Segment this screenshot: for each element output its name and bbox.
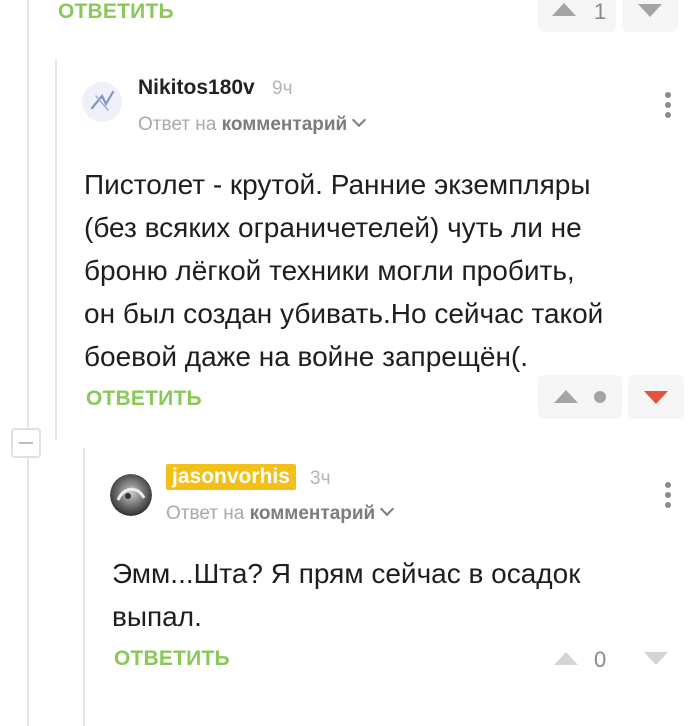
upvote-icon: [554, 652, 578, 665]
timestamp: 9ч: [272, 78, 293, 99]
downvote-icon: [644, 391, 668, 404]
upvote-icon: [552, 3, 576, 16]
username[interactable]: Nikitos180v: [138, 76, 255, 100]
downvote-button[interactable]: [628, 636, 684, 680]
timestamp: 3ч: [310, 468, 331, 489]
downvote-icon: [644, 652, 668, 665]
chevron-down-icon: [380, 501, 395, 517]
comment-text-line: боевой даже на войне запрещён(.: [84, 341, 529, 372]
score: 0: [594, 647, 607, 672]
comment-text-line: (без всяких ограничетелей) чуть ли не: [84, 212, 582, 243]
thread-line-inner: [55, 60, 57, 440]
reply-to-prefix: Ответ на: [138, 114, 217, 135]
chevron-down-icon: [352, 112, 367, 128]
upvote-button-top[interactable]: 1: [538, 0, 616, 32]
comment-text: Пистолет - крутой. Ранние экземпляры (бе…: [84, 163, 603, 378]
vote-group: 0: [538, 636, 684, 680]
username[interactable]: jasonvorhis: [166, 464, 296, 490]
reply-to-link[interactable]: Ответ на комментарий: [138, 112, 367, 136]
avatar[interactable]: [82, 82, 122, 122]
comment-text: Эмм...Шта? Я прям сейчас в осадок выпал.: [112, 552, 580, 638]
vote-group: [538, 375, 684, 419]
reply-button[interactable]: ОТВЕТИТЬ: [114, 647, 230, 671]
comment-text-line: выпал.: [112, 601, 202, 632]
thread-line-outer-lower: [27, 458, 29, 726]
reply-to-prefix: Ответ на: [166, 503, 245, 524]
reply-to-link[interactable]: Ответ на комментарий: [166, 501, 395, 525]
vote-group-top: 1: [538, 0, 678, 32]
reply-to-target: комментарий: [249, 503, 376, 524]
upvote-button[interactable]: [538, 375, 622, 419]
thread-line-reply: [83, 448, 85, 726]
comment-text-line: броню лёгкой техники могли пробить,: [84, 255, 575, 286]
upvote-button[interactable]: 0: [538, 636, 622, 680]
reply-button-top[interactable]: ОТВЕТИТЬ: [58, 0, 174, 24]
collapse-icon[interactable]: [11, 428, 41, 458]
comment-text-line: Эмм...Шта? Я прям сейчас в осадок: [112, 558, 581, 589]
upvote-icon: [554, 390, 578, 403]
thread-line-outer: [27, 0, 29, 428]
more-icon[interactable]: [665, 92, 671, 122]
reply-to-target: комментарий: [221, 114, 348, 135]
avatar[interactable]: [110, 474, 152, 516]
downvote-button[interactable]: [628, 375, 684, 419]
more-icon[interactable]: [665, 482, 671, 512]
score-top: 1: [594, 0, 607, 24]
username-badge: jasonvorhis: [166, 464, 296, 490]
downvote-button-top[interactable]: [622, 0, 678, 32]
reply-button[interactable]: ОТВЕТИТЬ: [86, 387, 202, 411]
downvote-icon: [638, 4, 662, 17]
comment-text-line: он был создан убивать.Но сейчас такой: [84, 298, 604, 329]
comment-text-line: Пистолет - крутой. Ранние экземпляры: [84, 169, 591, 200]
neutral-score-dot: [594, 391, 606, 403]
